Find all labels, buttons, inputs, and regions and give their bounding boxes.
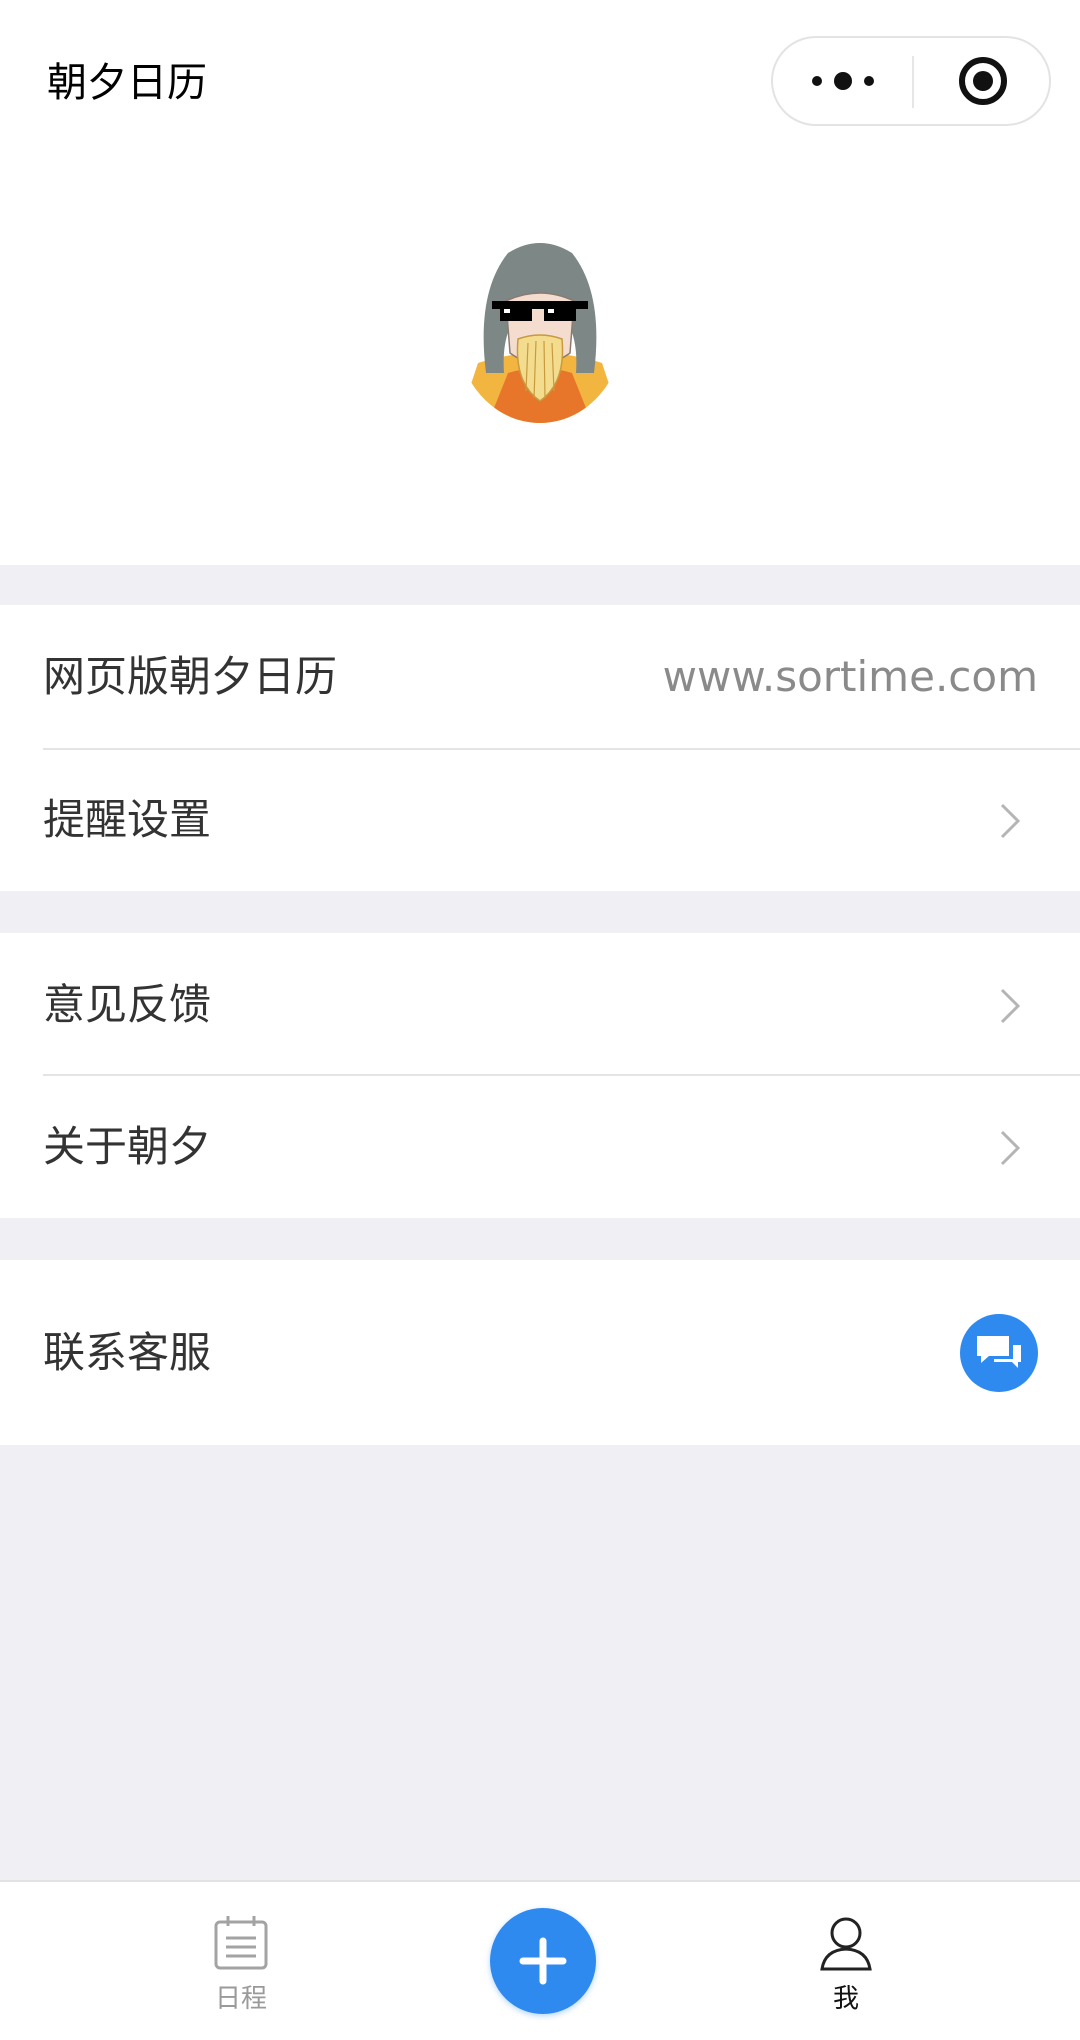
chat-bubbles-icon[interactable] xyxy=(960,1314,1038,1392)
tab-me[interactable]: 我 xyxy=(746,1882,946,2040)
tab-bar: 日程 我 xyxy=(0,1880,1080,2040)
web-version-label: 网页版朝夕日历 xyxy=(43,652,338,701)
web-version-row[interactable]: 网页版朝夕日历 www.sortime.com xyxy=(0,605,1080,748)
nav-bar: 朝夕日历 xyxy=(0,0,1080,165)
feedback-row[interactable]: 意见反馈 xyxy=(0,933,1080,1076)
tab-schedule[interactable]: 日程 xyxy=(141,1882,341,2040)
reminder-settings-row[interactable]: 提醒设置 xyxy=(0,748,1080,891)
chevron-right-icon xyxy=(1000,988,1021,1024)
reminder-settings-label: 提醒设置 xyxy=(43,795,212,844)
add-event-button[interactable] xyxy=(490,1908,596,2014)
settings-group-3: 联系客服 xyxy=(0,1260,1080,1445)
chevron-right-icon xyxy=(1000,803,1021,839)
chevron-right-icon xyxy=(1000,1130,1021,1166)
settings-group-2: 意见反馈 关于朝夕 xyxy=(0,933,1080,1218)
more-dots-icon xyxy=(811,76,822,86)
page-title: 朝夕日历 xyxy=(47,60,207,106)
target-circle-icon xyxy=(958,57,1007,105)
more-dots-icon-right xyxy=(863,76,874,86)
profile-header xyxy=(0,165,1080,565)
customer-service-label: 联系客服 xyxy=(43,1328,212,1377)
web-version-url[interactable]: www.sortime.com xyxy=(663,605,1038,748)
user-icon xyxy=(820,1917,872,1971)
tab-schedule-label: 日程 xyxy=(214,1984,267,2014)
calendar-list-icon xyxy=(214,1916,268,1970)
settings-group-1: 网页版朝夕日历 www.sortime.com 提醒设置 xyxy=(0,605,1080,891)
plus-icon xyxy=(519,1937,567,1985)
about-row[interactable]: 关于朝夕 xyxy=(0,1075,1080,1218)
tab-me-label: 我 xyxy=(832,1984,859,2014)
avatar[interactable] xyxy=(448,223,632,423)
more-button[interactable] xyxy=(773,38,912,124)
customer-service-row[interactable]: 联系客服 xyxy=(0,1260,1080,1445)
about-label: 关于朝夕 xyxy=(43,1122,212,1171)
feedback-label: 意见反馈 xyxy=(43,980,212,1029)
close-button[interactable] xyxy=(914,38,1051,124)
more-dots-icon-center xyxy=(833,72,852,90)
mini-program-capsule xyxy=(771,36,1051,126)
